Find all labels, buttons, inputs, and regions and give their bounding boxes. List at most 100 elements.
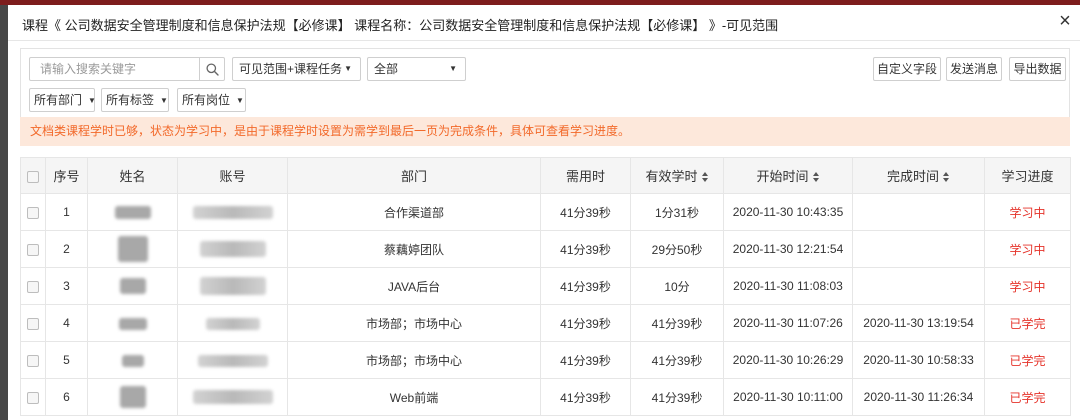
department-value: Web前端: [389, 390, 439, 405]
tag-select-value: 所有标签: [106, 93, 155, 107]
effective-time-value: 41分39秒: [651, 353, 703, 368]
cell-name: [87, 378, 178, 416]
cell-department: 合作渠道部: [287, 193, 541, 231]
redacted-name: [117, 236, 148, 262]
sort-icon[interactable]: [812, 172, 820, 182]
row-checkbox[interactable]: [27, 391, 39, 404]
table-row: 2 蔡藕婷团队 41分39秒 29分50秒 2020-11-30 12:21:54 学习中: [20, 230, 1071, 268]
effective-time-value: 10分: [664, 279, 690, 294]
cell-progress: 已学完: [984, 304, 1071, 342]
row-select-cell: [20, 267, 46, 305]
learners-table-container: 序号 姓名 账号 部门 需用时 有效学时 开始时间 完成时间 学习进度 1 合作渠道部 41分39秒…: [20, 157, 1071, 416]
cell-finish-time: 2020-11-30 13:19:54: [852, 304, 985, 342]
row-checkbox[interactable]: [27, 243, 39, 256]
cell-name: [87, 230, 178, 268]
cell-required-time: 41分39秒: [540, 304, 631, 342]
row-checkbox[interactable]: [27, 280, 39, 293]
cell-seq: 3: [45, 267, 88, 305]
cell-account: [177, 378, 288, 416]
sort-icon[interactable]: [943, 172, 950, 182]
cell-effective-time: 41分39秒: [630, 341, 724, 379]
required-time-value: 41分39秒: [560, 242, 611, 257]
cell-progress: 学习中: [984, 267, 1071, 305]
status-select[interactable]: 全部 ▼: [367, 57, 466, 81]
column-header-label: 序号: [53, 169, 80, 184]
progress-status: 学习中: [1009, 279, 1046, 294]
cell-finish-time: 2020-11-30 10:58:33: [852, 341, 985, 379]
cell-required-time: 41分39秒: [540, 193, 631, 231]
row-checkbox[interactable]: [27, 206, 39, 219]
column-header-finish-time[interactable]: 完成时间: [852, 157, 985, 194]
cell-effective-time: 41分39秒: [630, 378, 724, 416]
required-time-value: 41分39秒: [560, 390, 611, 405]
column-header-start-time[interactable]: 开始时间: [723, 157, 853, 194]
cell-seq: 4: [45, 304, 88, 342]
cell-seq: 1: [45, 193, 88, 231]
column-header-department: 部门: [287, 157, 541, 194]
close-icon[interactable]: ×: [1054, 9, 1076, 33]
start-time-value: 2020-11-30 11:07:26: [733, 316, 843, 330]
cell-name: [87, 341, 178, 379]
cell-account: [177, 341, 288, 379]
scope-select[interactable]: 可见范围+课程任务 ▼: [232, 57, 361, 81]
cell-effective-time: 10分: [630, 267, 724, 305]
caret-down-icon: ▼: [88, 96, 96, 105]
seq-value: 6: [63, 390, 70, 404]
cell-start-time: 2020-11-30 10:26:29: [723, 341, 853, 379]
table-header: 序号 姓名 账号 部门 需用时 有效学时 开始时间 完成时间 学习进度: [20, 157, 1071, 194]
department-value: 市场部；市场中心: [365, 316, 462, 331]
column-header-account: 账号: [177, 157, 288, 194]
search-button[interactable]: [199, 57, 225, 81]
column-header-label: 开始时间: [756, 169, 809, 184]
column-header-label: 有效学时: [645, 169, 698, 184]
column-header-effective-time[interactable]: 有效学时: [630, 157, 724, 194]
department-value: 合作渠道部: [383, 205, 444, 220]
column-header-name: 姓名: [87, 157, 178, 194]
cell-required-time: 41分39秒: [540, 341, 631, 379]
row-select-cell: [20, 193, 46, 231]
export-data-button[interactable]: 导出数据: [1009, 57, 1066, 81]
finish-time-value: 2020-11-30 10:58:33: [863, 353, 974, 367]
search-icon: [205, 62, 219, 76]
department-value: 蔡藕婷团队: [383, 242, 444, 257]
sort-icon[interactable]: [701, 172, 709, 182]
cell-start-time: 2020-11-30 10:43:35: [723, 193, 853, 231]
cell-name: [87, 193, 178, 231]
cell-required-time: 41分39秒: [540, 230, 631, 268]
filter-panel: 可见范围+课程任务▼ 全部▼ 自定义字段 发送消息 导出数据 所有部门 ▼ 所有标…: [20, 48, 1070, 118]
position-select[interactable]: 所有岗位 ▼: [177, 88, 246, 112]
department-select[interactable]: 所有部门 ▼: [29, 88, 96, 112]
seq-value: 1: [63, 205, 70, 219]
department-select-value: 所有部门: [34, 93, 83, 107]
seq-value: 2: [63, 242, 70, 256]
cell-finish-time: [852, 230, 985, 268]
department-value: 市场部；市场中心: [365, 353, 462, 368]
required-time-value: 41分39秒: [560, 205, 611, 220]
caret-down-icon: ▼: [160, 96, 168, 105]
seq-value: 3: [63, 279, 70, 293]
select-all-checkbox[interactable]: [27, 170, 39, 183]
cell-progress: 已学完: [984, 378, 1071, 416]
required-time-value: 41分39秒: [560, 353, 611, 368]
seq-value: 5: [63, 353, 70, 367]
row-checkbox[interactable]: [27, 354, 39, 367]
effective-time-value: 29分50秒: [651, 242, 703, 257]
search-input[interactable]: [29, 57, 200, 81]
effective-time-value: 41分39秒: [651, 390, 703, 405]
start-time-value: 2020-11-30 12:21:54: [732, 242, 844, 256]
required-time-value: 41分39秒: [560, 279, 611, 294]
table-row: 1 合作渠道部 41分39秒 1分31秒 2020-11-30 10:43:35 学习中: [20, 193, 1071, 231]
send-message-button[interactable]: 发送消息: [946, 57, 1002, 81]
redacted-account: [199, 241, 266, 257]
tag-select[interactable]: 所有标签 ▼: [101, 88, 169, 112]
redacted-account: [192, 390, 273, 405]
table-row: 5 市场部；市场中心 41分39秒 41分39秒 2020-11-30 10:26:29…: [20, 341, 1071, 379]
table-body: 1 合作渠道部 41分39秒 1分31秒 2020-11-30 10:43:35 学习中 2…: [20, 193, 1071, 416]
cell-department: 市场部；市场中心: [287, 304, 541, 342]
row-checkbox[interactable]: [27, 317, 39, 330]
custom-fields-button[interactable]: 自定义字段: [873, 57, 941, 81]
cell-name: [87, 267, 178, 305]
progress-status: 学习中: [1009, 205, 1046, 220]
cell-start-time: 2020-11-30 11:07:26: [723, 304, 853, 342]
cell-effective-time: 29分50秒: [630, 230, 724, 268]
